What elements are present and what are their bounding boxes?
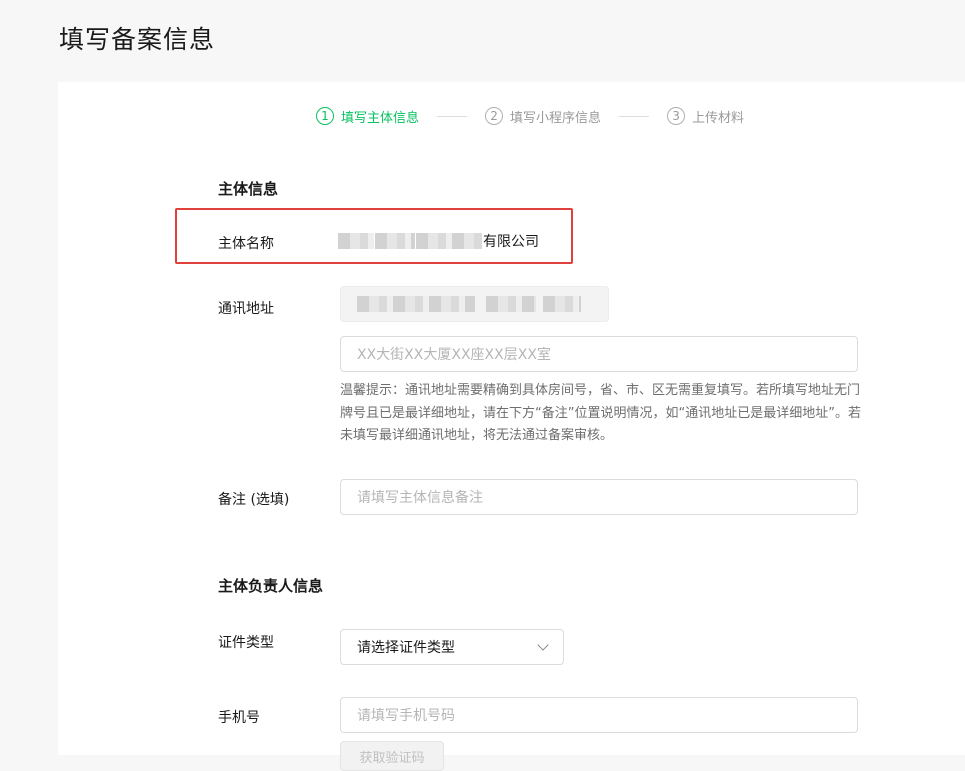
address-placeholder: XX大街XX大厦XX座XX层XX室 xyxy=(357,347,551,363)
remark-placeholder: 请填写主体信息备注 xyxy=(357,490,483,506)
address-region-field[interactable] xyxy=(340,286,609,322)
redacted-text xyxy=(486,296,536,312)
redacted-text xyxy=(357,296,475,312)
address-tip: 温馨提示：通讯地址需要精确到具体房间号，省、市、区无需重复填写。若所填写地址无门… xyxy=(340,383,861,443)
step-divider xyxy=(437,115,468,117)
address-detail-input[interactable]: XX大街XX大厦XX座XX层XX室 xyxy=(340,336,858,372)
subject-name-value: 有限公司 xyxy=(338,230,539,252)
subject-name-suffix: 有限公司 xyxy=(483,234,539,250)
get-verification-code-button[interactable]: 获取验证码 xyxy=(340,741,444,771)
chevron-down-icon xyxy=(537,639,549,651)
id-type-select[interactable]: 请选择证件类型 xyxy=(340,629,564,665)
step-3-number: 3 xyxy=(667,107,686,125)
id-type-value: 请选择证件类型 xyxy=(357,640,455,656)
step-2-label: 填写小程序信息 xyxy=(510,110,602,126)
phone-label: 手机号 xyxy=(218,710,260,726)
remark-input[interactable]: 请填写主体信息备注 xyxy=(340,479,858,515)
step-1-label: 填写主体信息 xyxy=(341,110,420,126)
redacted-text xyxy=(338,233,374,249)
subject-info-title: 主体信息 xyxy=(218,180,279,198)
step-2-number: 2 xyxy=(485,107,504,125)
remark-label: 备注 (选填) xyxy=(218,492,290,508)
step-1: 1 填写主体信息 xyxy=(316,107,419,126)
id-type-label: 证件类型 xyxy=(218,635,274,651)
step-3: 3 上传材料 xyxy=(667,107,744,126)
redacted-text xyxy=(543,296,581,312)
page-title: 填写备案信息 xyxy=(59,25,216,54)
redacted-text xyxy=(416,233,482,249)
address-label: 通讯地址 xyxy=(218,301,274,317)
owner-info-title: 主体负责人信息 xyxy=(218,577,324,595)
step-3-label: 上传材料 xyxy=(692,110,745,126)
phone-placeholder: 请填写手机号码 xyxy=(357,708,455,724)
step-divider xyxy=(619,115,650,117)
phone-input[interactable]: 请填写手机号码 xyxy=(340,697,858,733)
stepper: 1 填写主体信息 2 填写小程序信息 3 上传材料 xyxy=(316,104,744,128)
redacted-text xyxy=(375,233,415,249)
subject-name-label: 主体名称 xyxy=(218,236,274,252)
step-1-number: 1 xyxy=(316,107,334,125)
step-2: 2 填写小程序信息 xyxy=(485,107,601,126)
